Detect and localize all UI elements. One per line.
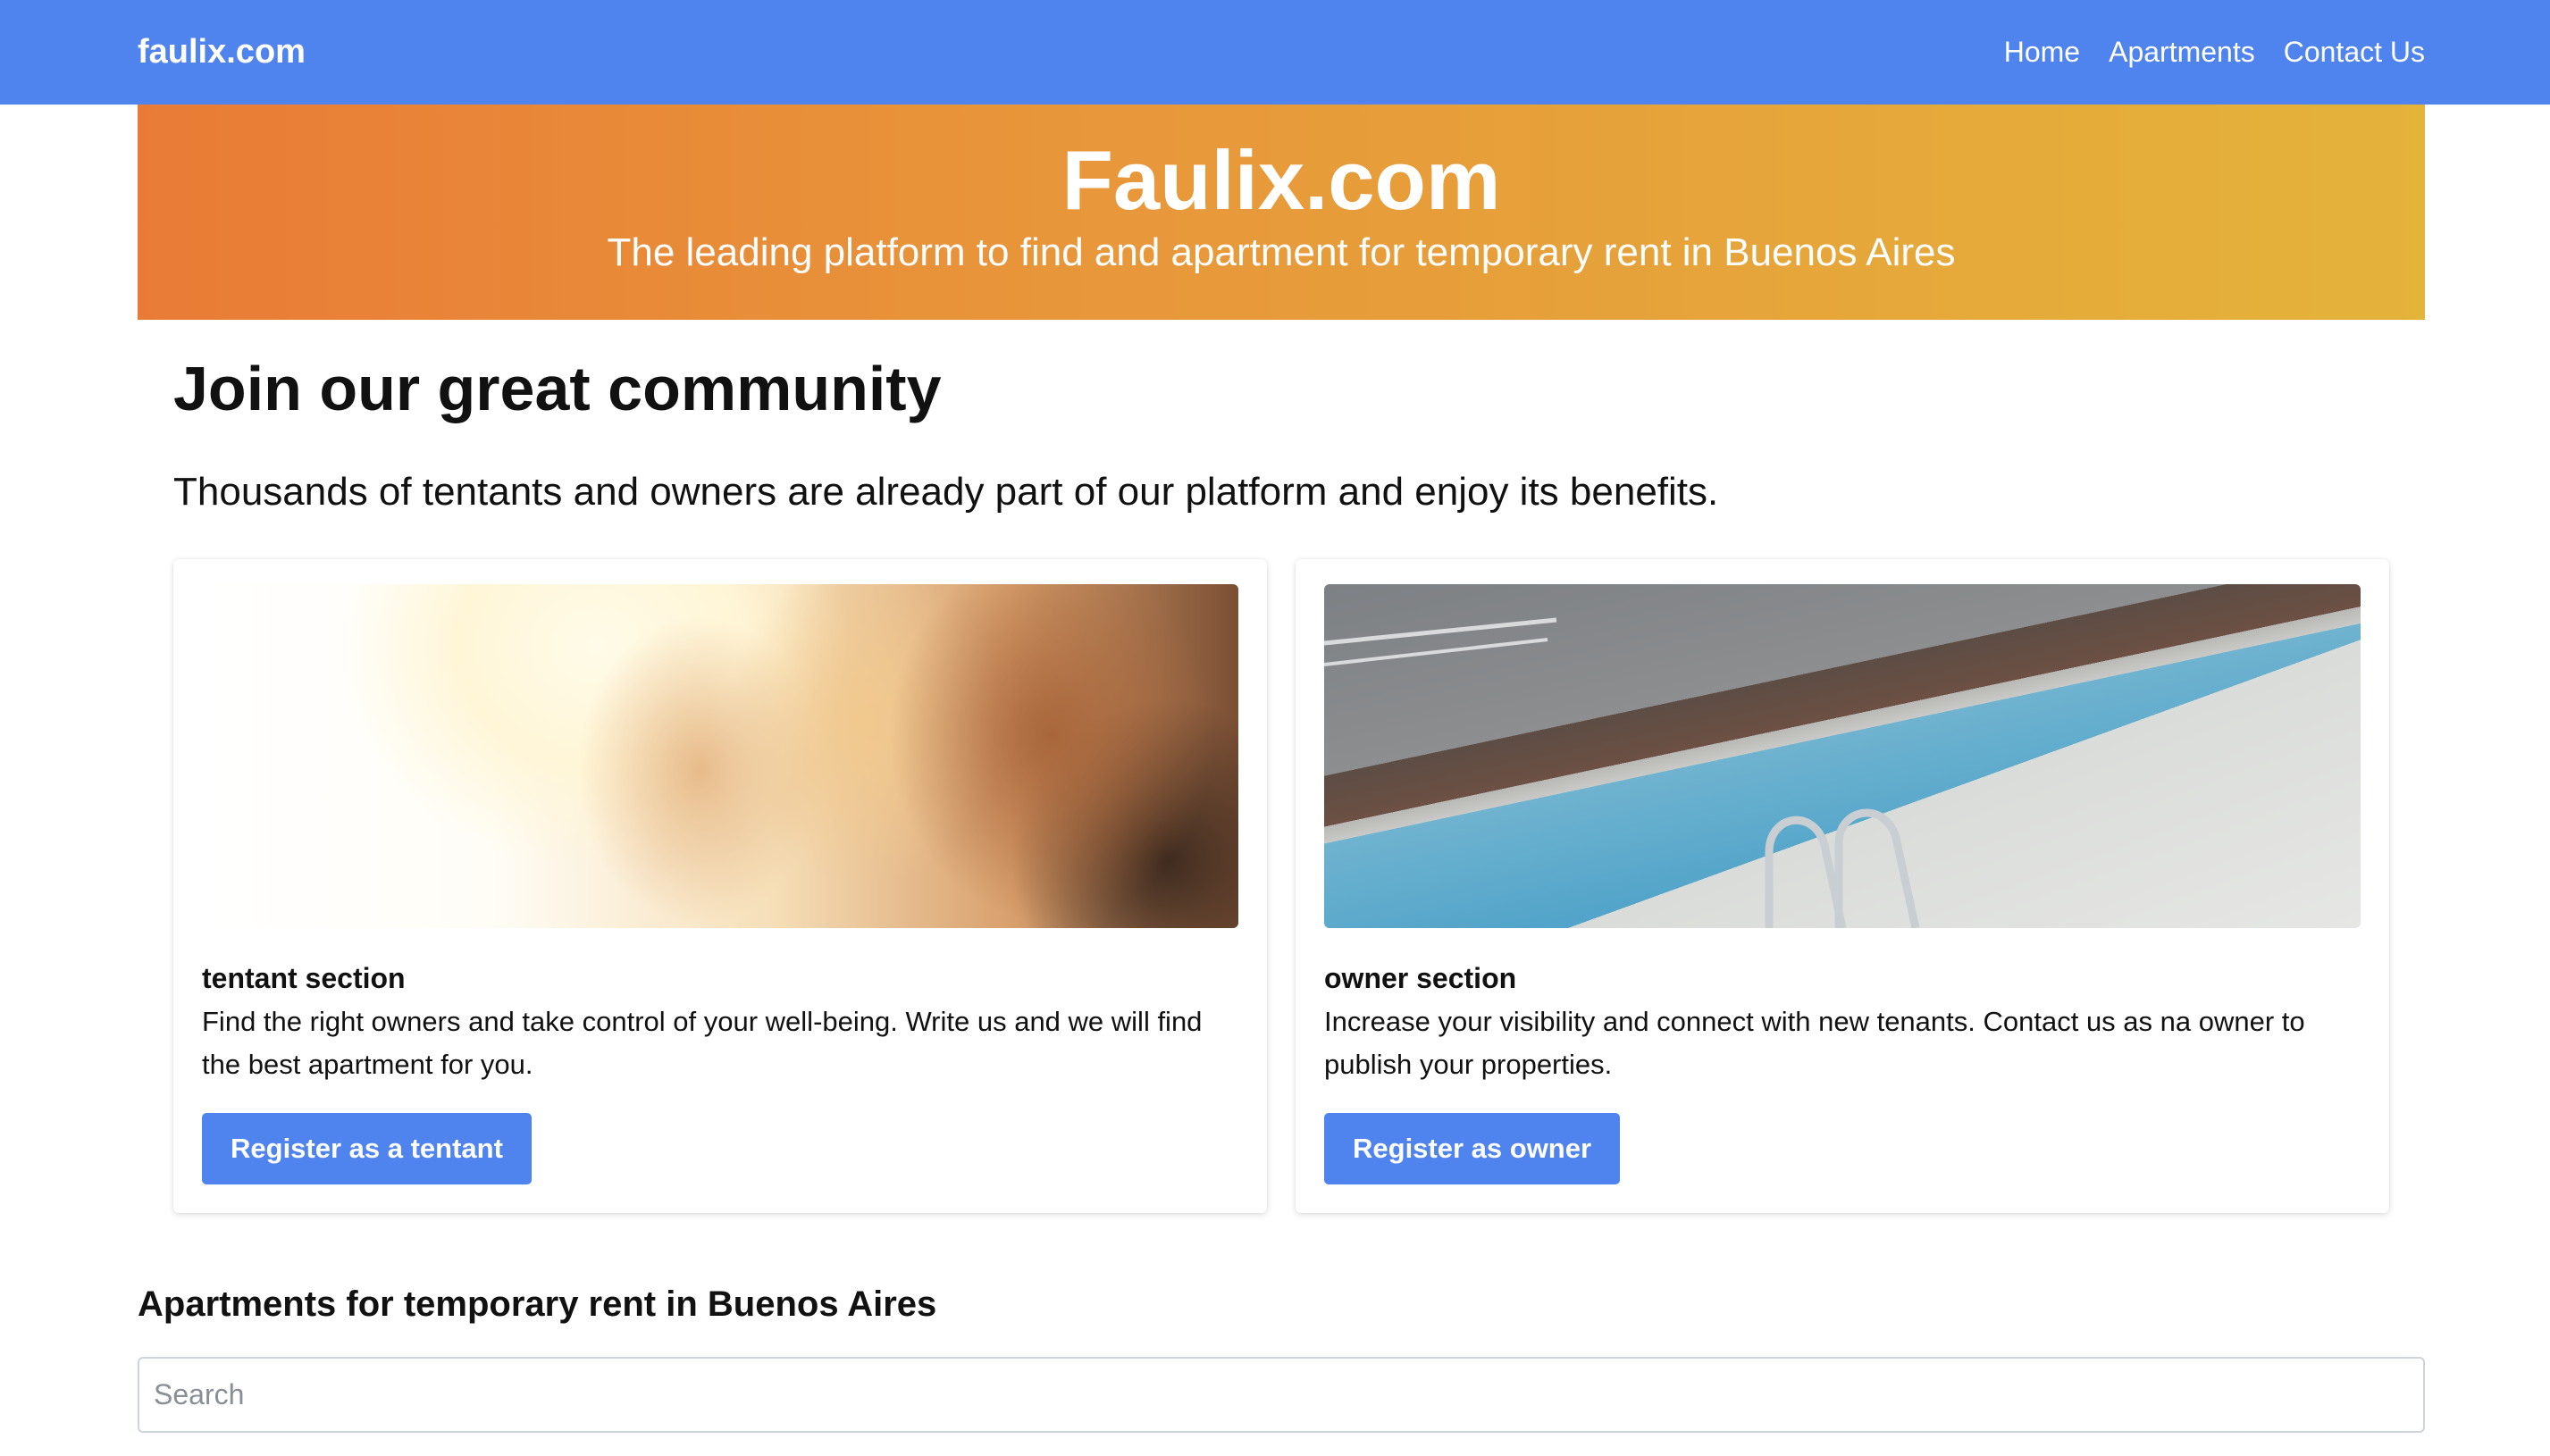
- apartments-title: Apartments for temporary rent in Buenos …: [138, 1284, 937, 1324]
- pool-ladder-graphic: [1324, 617, 1920, 928]
- hero-subtitle: The leading platform to find and apartme…: [607, 230, 1956, 274]
- register-tenant-button[interactable]: Register as a tentant: [202, 1113, 532, 1184]
- owner-card: owner section Increase your visibility a…: [1296, 559, 2389, 1213]
- nav-link-apartments[interactable]: Apartments: [2109, 36, 2255, 69]
- tenant-card: tentant section Find the right owners an…: [173, 559, 1267, 1213]
- community-text: Thousands of tentants and owners are alr…: [173, 470, 1719, 514]
- community-title: Join our great community: [173, 354, 942, 423]
- tenant-card-title: tentant section: [202, 962, 406, 994]
- pool-photo: [1324, 584, 2361, 928]
- top-navbar: faulix.com Home Apartments Contact Us: [0, 0, 2550, 105]
- brand-link[interactable]: faulix.com: [138, 0, 306, 105]
- nav-link-contact-us[interactable]: Contact Us: [2284, 36, 2425, 69]
- search-input[interactable]: [138, 1357, 2425, 1433]
- tenant-photo: [202, 584, 1238, 928]
- owner-card-title: owner section: [1324, 962, 1517, 994]
- register-owner-button[interactable]: Register as owner: [1324, 1113, 1621, 1184]
- hero-title: Faulix.com: [1061, 133, 1501, 227]
- nav-link-home[interactable]: Home: [2004, 36, 2080, 69]
- tenant-card-text: Find the right owners and take control o…: [202, 1006, 1203, 1080]
- owner-card-text: Increase your visibility and connect wit…: [1324, 1006, 2305, 1080]
- hero-banner: Faulix.com The leading platform to find …: [138, 105, 2425, 320]
- nav-links: Home Apartments Contact Us: [2004, 0, 2425, 105]
